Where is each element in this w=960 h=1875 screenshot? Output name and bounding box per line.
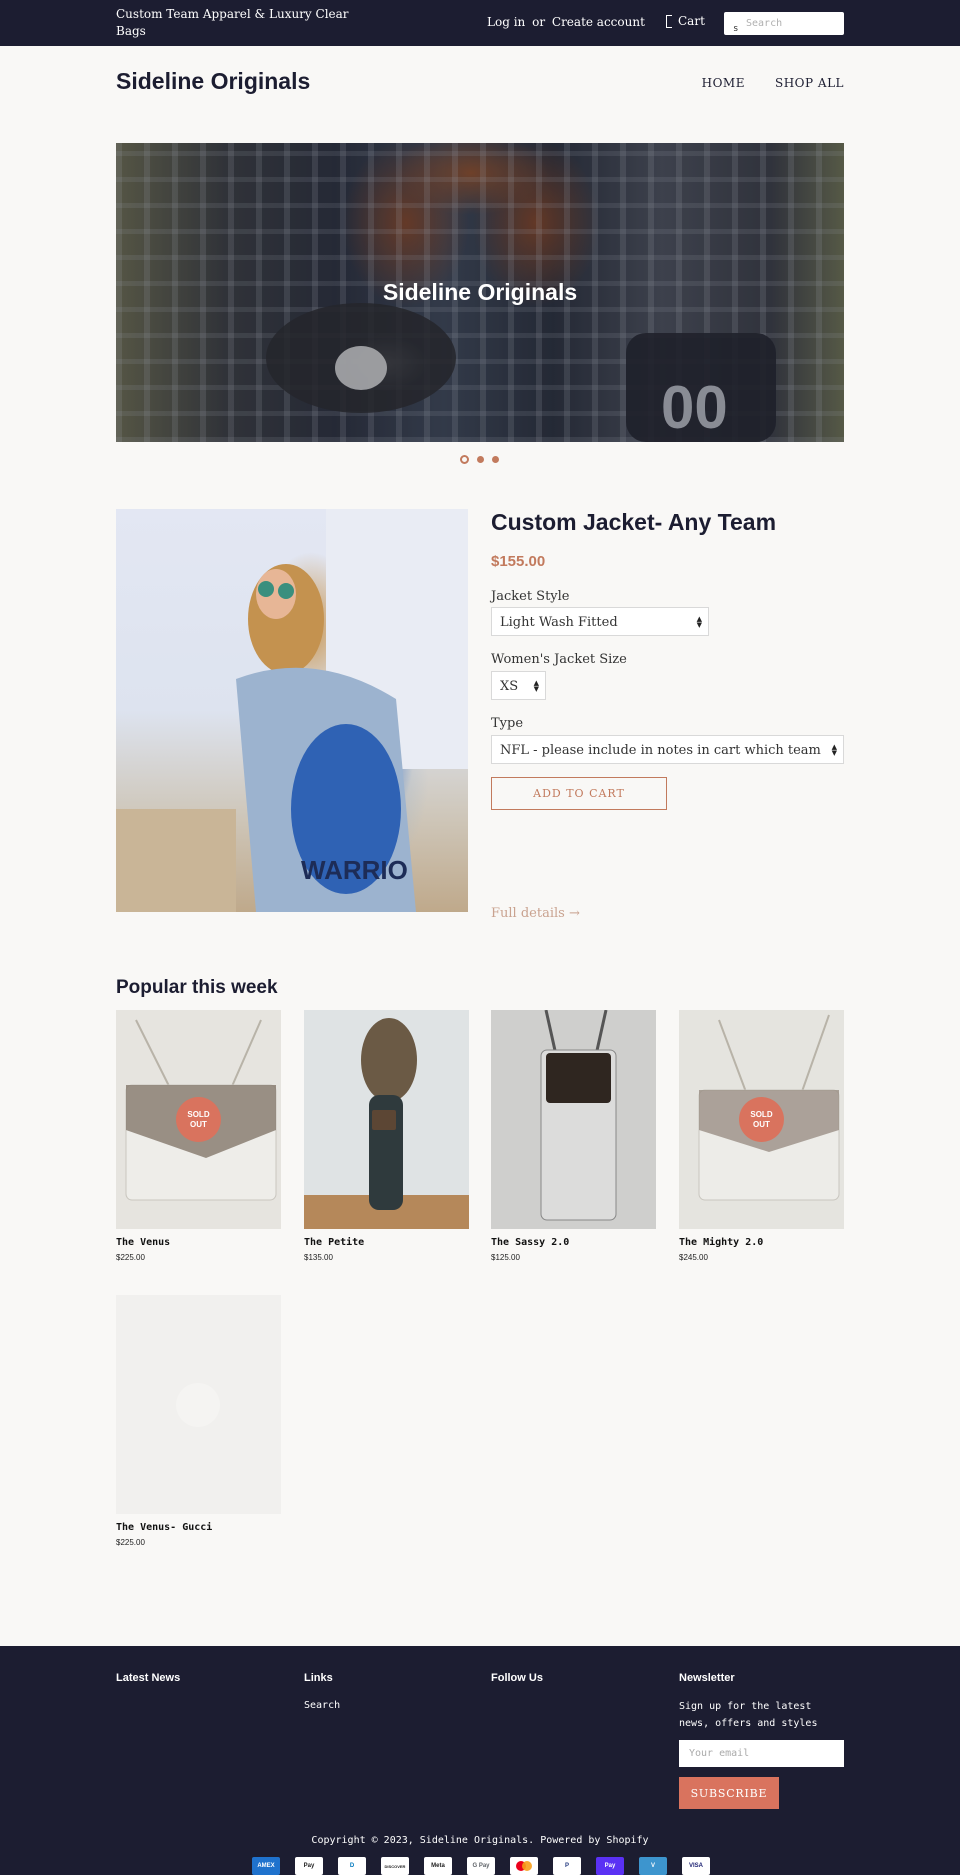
sunglasses-right [278,583,294,599]
cart-label: Cart [678,14,705,28]
loading-placeholder [176,1383,220,1427]
copyright-text: Copyright © 2023, Sideline Originals. Po… [311,1835,649,1846]
sold-out-badge: SOLD OUT [176,1097,221,1142]
option-label-jacket-style: Jacket Style [491,589,570,604]
product-card-image[interactable] [491,1010,656,1229]
create-account-link[interactable]: Create account [552,15,645,29]
paypal-icon: P [553,1857,581,1875]
product-card-name[interactable]: The Petite [304,1237,469,1248]
product-card-name[interactable]: The Venus [116,1237,281,1248]
product-card[interactable]: The Sassy 2.0 $125.00 [491,1010,656,1262]
jacket-size-value: XS [500,679,519,694]
main-nav: HOME SHOP ALL [702,76,844,90]
subscribe-button[interactable]: SUBSCRIBE [679,1777,779,1809]
product-card-price: $135.00 [304,1253,333,1262]
type-value: NFL - please include in notes in cart wh… [500,743,821,758]
popular-section-title: Popular this week [116,977,278,998]
meta-pay-icon: Meta [424,1857,452,1875]
stairs [116,809,236,912]
nav-home[interactable]: HOME [702,76,745,90]
option-label-type: Type [491,716,524,731]
venmo-icon: V [639,1857,667,1875]
product-card-image[interactable] [116,1295,281,1514]
product-card-image[interactable]: SOLD OUT [116,1010,281,1229]
sold-out-badge: SOLD OUT [739,1097,784,1142]
discover-icon: DISCOVER [381,1857,409,1875]
footer-link-search[interactable]: Search [304,1700,340,1711]
product-title: Custom Jacket- Any Team [491,509,777,535]
diners-club-icon: D [338,1857,366,1875]
login-link[interactable]: Log in [487,15,525,29]
footer-follow-us-title: Follow Us [491,1672,543,1684]
product-card[interactable]: The Venus- Gucci $225.00 [116,1295,281,1547]
select-arrows-icon: ▲ ▼ [533,679,539,693]
search-icon[interactable]: s [733,24,738,34]
hero-title: Sideline Originals [382,279,578,305]
select-arrows-icon: ▲ ▼ [696,615,702,629]
bag-chain [718,1014,830,1101]
product-card-name[interactable]: The Venus- Gucci [116,1522,281,1533]
product-card-image[interactable]: SOLD OUT [679,1010,844,1229]
product-card-name[interactable]: The Sassy 2.0 [491,1237,656,1248]
product-card-price: $125.00 [491,1253,520,1262]
slideshow-dots [460,455,499,464]
cart-icon [666,14,672,28]
hero-slideshow[interactable]: 00 Sideline Originals [116,143,844,442]
featured-product-image[interactable]: WARRIO [116,509,468,912]
mastercard-icon [510,1857,538,1875]
product-card[interactable]: SOLD OUT The Venus $225.00 [116,1010,281,1262]
product-card-price: $245.00 [679,1253,708,1262]
site-title[interactable]: Sideline Originals [116,68,310,95]
shirt [361,1018,417,1102]
nav-shop-all[interactable]: SHOP ALL [775,76,844,90]
bag-chain [544,1010,608,1056]
cart-link[interactable]: Cart [666,14,705,28]
jacket-style-value: Light Wash Fitted [500,615,618,630]
search-input[interactable] [746,12,840,35]
model-image [304,1018,469,1229]
shop-pay-icon: Pay [596,1857,624,1875]
google-pay-icon: G Pay [467,1857,495,1875]
jacket-size-select[interactable]: XS ▲ ▼ [491,671,546,700]
option-label-jacket-size: Women's Jacket Size [491,652,627,667]
product-card-name[interactable]: The Mighty 2.0 [679,1237,844,1248]
product-card-price: $225.00 [116,1538,145,1547]
payment-icons: AMEX Pay D DISCOVER Meta G Pay P Pay V V… [252,1857,710,1875]
slide-dot-2[interactable] [477,456,484,463]
product-card-image[interactable] [304,1010,469,1229]
warriors-text: WARRIO [301,855,408,885]
slide-dot-1[interactable] [460,455,469,464]
footer-latest-news-title: Latest News [116,1672,181,1684]
search-box: s [724,12,844,35]
newsletter-email-input[interactable] [679,1740,844,1767]
bag-image [540,1010,617,1221]
product-card[interactable]: The Petite $135.00 [304,1010,469,1262]
placeholder-image [176,1383,220,1427]
sunglasses-left [258,581,274,597]
product-photo: WARRIO [116,509,468,912]
footer-links-title: Links [304,1672,333,1684]
site-footer: Latest News Links Search Follow Us Newsl… [0,1646,960,1875]
amex-icon: AMEX [252,1857,280,1875]
bag-pouch [546,1053,611,1103]
product-card-price: $225.00 [116,1253,145,1262]
jacket-style-select[interactable]: Light Wash Fitted ▲ ▼ [491,607,709,636]
newsletter-text: Sign up for the latest news, offers and … [679,1701,818,1729]
select-arrows-icon: ▲ ▼ [831,743,837,757]
slide-dot-3[interactable] [492,456,499,463]
visa-icon: VISA [682,1857,710,1875]
product-price: $155.00 [491,553,546,570]
mini-bag [372,1110,396,1130]
top-bar: Custom Team Apparel & Luxury Clear Bags … [0,0,960,46]
product-card[interactable]: SOLD OUT The Mighty 2.0 $245.00 [679,1010,844,1262]
apple-pay-icon: Pay [295,1857,323,1875]
full-details-link[interactable]: Full details → [491,906,580,921]
mastercard-circles [516,1861,532,1871]
account-links: Log in or Create account [487,15,645,29]
store-tagline: Custom Team Apparel & Luxury Clear Bags [116,7,349,38]
footer-newsletter-title: Newsletter [679,1672,735,1684]
add-to-cart-button[interactable]: ADD TO CART [491,777,667,810]
or-text: or [532,15,546,29]
type-select[interactable]: NFL - please include in notes in cart wh… [491,735,844,764]
